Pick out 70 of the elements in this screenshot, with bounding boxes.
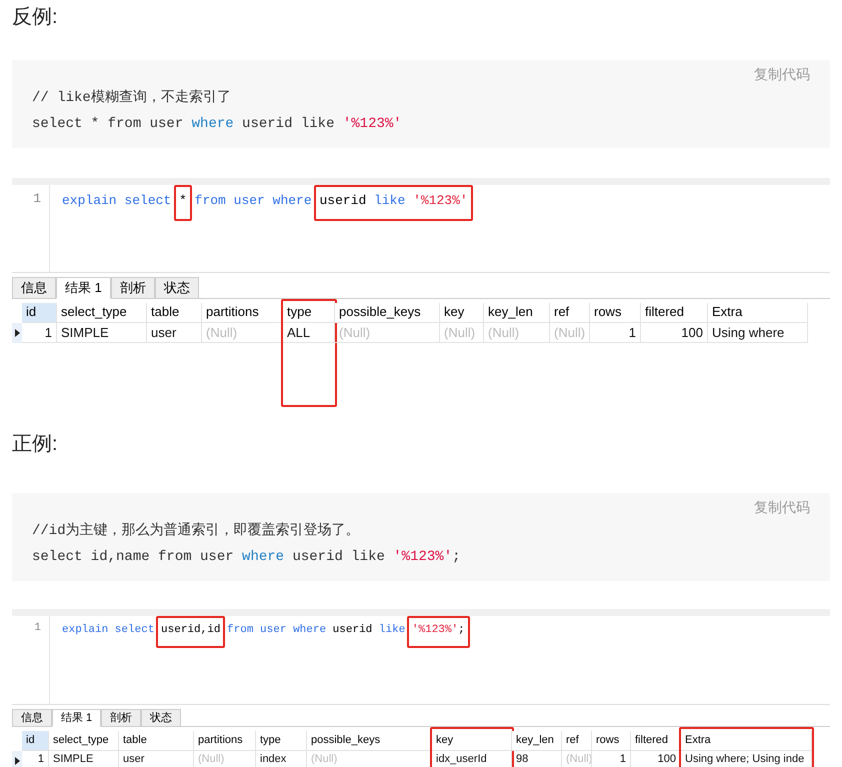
table-cell: (Null) xyxy=(335,322,440,342)
column-header: key xyxy=(440,302,484,322)
table-cell: user xyxy=(147,322,202,342)
table-cell: 100 xyxy=(631,751,681,767)
result-tab[interactable]: 剖析 xyxy=(101,708,142,727)
code-line: select id,name from user where userid like '%123%'; xyxy=(32,548,462,566)
table-cell: (Null) xyxy=(550,322,590,342)
table-cell: SIMPLE xyxy=(57,322,147,342)
column-header: filtered xyxy=(641,302,708,322)
code-line: //id为主键，那么为普通索引，即覆盖索引登场了。 xyxy=(32,521,361,540)
section-heading: 反例: xyxy=(12,5,58,30)
table-cell: SIMPLE xyxy=(49,751,119,767)
column-header: table xyxy=(147,302,202,322)
column-header: Extra xyxy=(708,302,808,322)
column-header: ref xyxy=(562,731,592,751)
sql-code-text: userid like '%123%' xyxy=(319,193,468,208)
column-header: rows xyxy=(590,302,641,322)
result-tab[interactable]: 状态 xyxy=(154,277,199,298)
column-header: key_len xyxy=(484,302,550,322)
column-header: key_len xyxy=(512,731,562,751)
table-cell: ALL xyxy=(283,322,335,342)
result-tab[interactable]: 剖析 xyxy=(110,277,155,298)
result-tab[interactable]: 结果 1 xyxy=(56,277,111,298)
table-cell: Using where xyxy=(708,322,808,342)
section-heading: 正例: xyxy=(12,432,58,456)
sql-code-text: explain select xyxy=(62,624,156,636)
table-cell: 100 xyxy=(641,322,708,342)
line-number: 1 xyxy=(33,190,41,208)
column-header: Extra xyxy=(681,731,812,751)
sql-code-text: '%123%'; xyxy=(412,624,465,636)
table-cell: (Null) xyxy=(440,322,484,342)
code-line: // like模糊查询，不走索引了 xyxy=(32,88,232,108)
table-cell: idx_userId xyxy=(432,751,512,767)
column-header: key xyxy=(432,731,512,751)
table-cell: 1 xyxy=(22,322,57,342)
column-header: table xyxy=(119,731,194,751)
result-tab[interactable]: 状态 xyxy=(141,708,182,727)
table-cell: 1 xyxy=(22,751,49,767)
current-row-icon xyxy=(14,757,20,765)
table-cell: (Null) xyxy=(307,751,432,767)
column-header: possible_keys xyxy=(335,302,440,322)
column-header: type xyxy=(283,302,335,322)
code-line: select * from user where userid like '%123%' xyxy=(32,115,403,134)
table-cell: 98 xyxy=(512,751,562,767)
sql-code-text: userid,id xyxy=(161,624,220,636)
column-header: rows xyxy=(592,731,631,751)
column-header: select_type xyxy=(49,731,119,751)
result-tab[interactable]: 结果 1 xyxy=(52,708,102,727)
table-cell: user xyxy=(119,751,194,767)
column-header: id xyxy=(22,302,57,322)
column-header: id xyxy=(22,731,49,751)
table-cell: (Null) xyxy=(484,322,550,342)
result-tab[interactable]: 信息 xyxy=(12,277,56,298)
table-cell: Using where; Using inde xyxy=(681,751,812,767)
table-cell: 1 xyxy=(592,751,631,767)
table-cell: (Null) xyxy=(194,751,256,767)
table-cell: index xyxy=(256,751,307,767)
sql-code-text: explain select xyxy=(62,193,172,208)
current-row-icon xyxy=(14,328,20,336)
line-number: 1 xyxy=(34,620,41,636)
sql-code-text: from user where xyxy=(194,193,313,208)
column-header: partitions xyxy=(194,731,256,751)
column-header: type xyxy=(256,731,307,751)
result-tab[interactable]: 信息 xyxy=(12,708,52,727)
column-header: select_type xyxy=(57,302,147,322)
table-cell: (Null) xyxy=(202,322,283,342)
column-header: ref xyxy=(550,302,590,322)
sql-code-text: from user where userid like xyxy=(226,624,406,636)
sql-code-text: * xyxy=(179,193,187,208)
table-cell: 1 xyxy=(590,322,641,342)
